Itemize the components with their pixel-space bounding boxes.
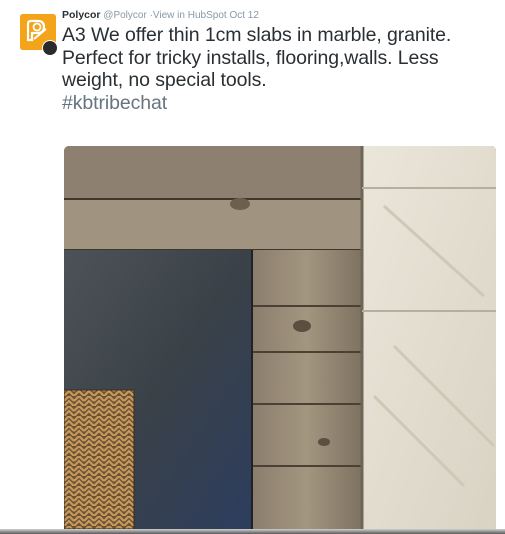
tweet-body: A3 We offer thin 1cm slabs in marble, gr… xyxy=(62,24,452,91)
tweet-header: Polycor @Polycor ·View in HubSpot Oct 12 xyxy=(62,8,259,22)
hashtag-link[interactable]: #kbtribechat xyxy=(62,92,502,115)
stone-wood-photo xyxy=(64,146,496,529)
author-name[interactable]: Polycor xyxy=(62,9,101,21)
view-in-hubspot-link[interactable]: ·View in HubSpot xyxy=(150,10,227,21)
tweet-photo[interactable] xyxy=(64,146,496,529)
tweet-date[interactable]: Oct 12 xyxy=(229,10,258,21)
avatar[interactable] xyxy=(20,14,58,56)
tweet-card[interactable]: Polycor @Polycor ·View in HubSpot Oct 12… xyxy=(0,0,505,534)
scroll-divider xyxy=(0,529,505,534)
verified-badge xyxy=(42,40,58,56)
author-handle[interactable]: @Polycor xyxy=(103,10,147,21)
tweet-text: A3 We offer thin 1cm slabs in marble, gr… xyxy=(62,24,502,114)
